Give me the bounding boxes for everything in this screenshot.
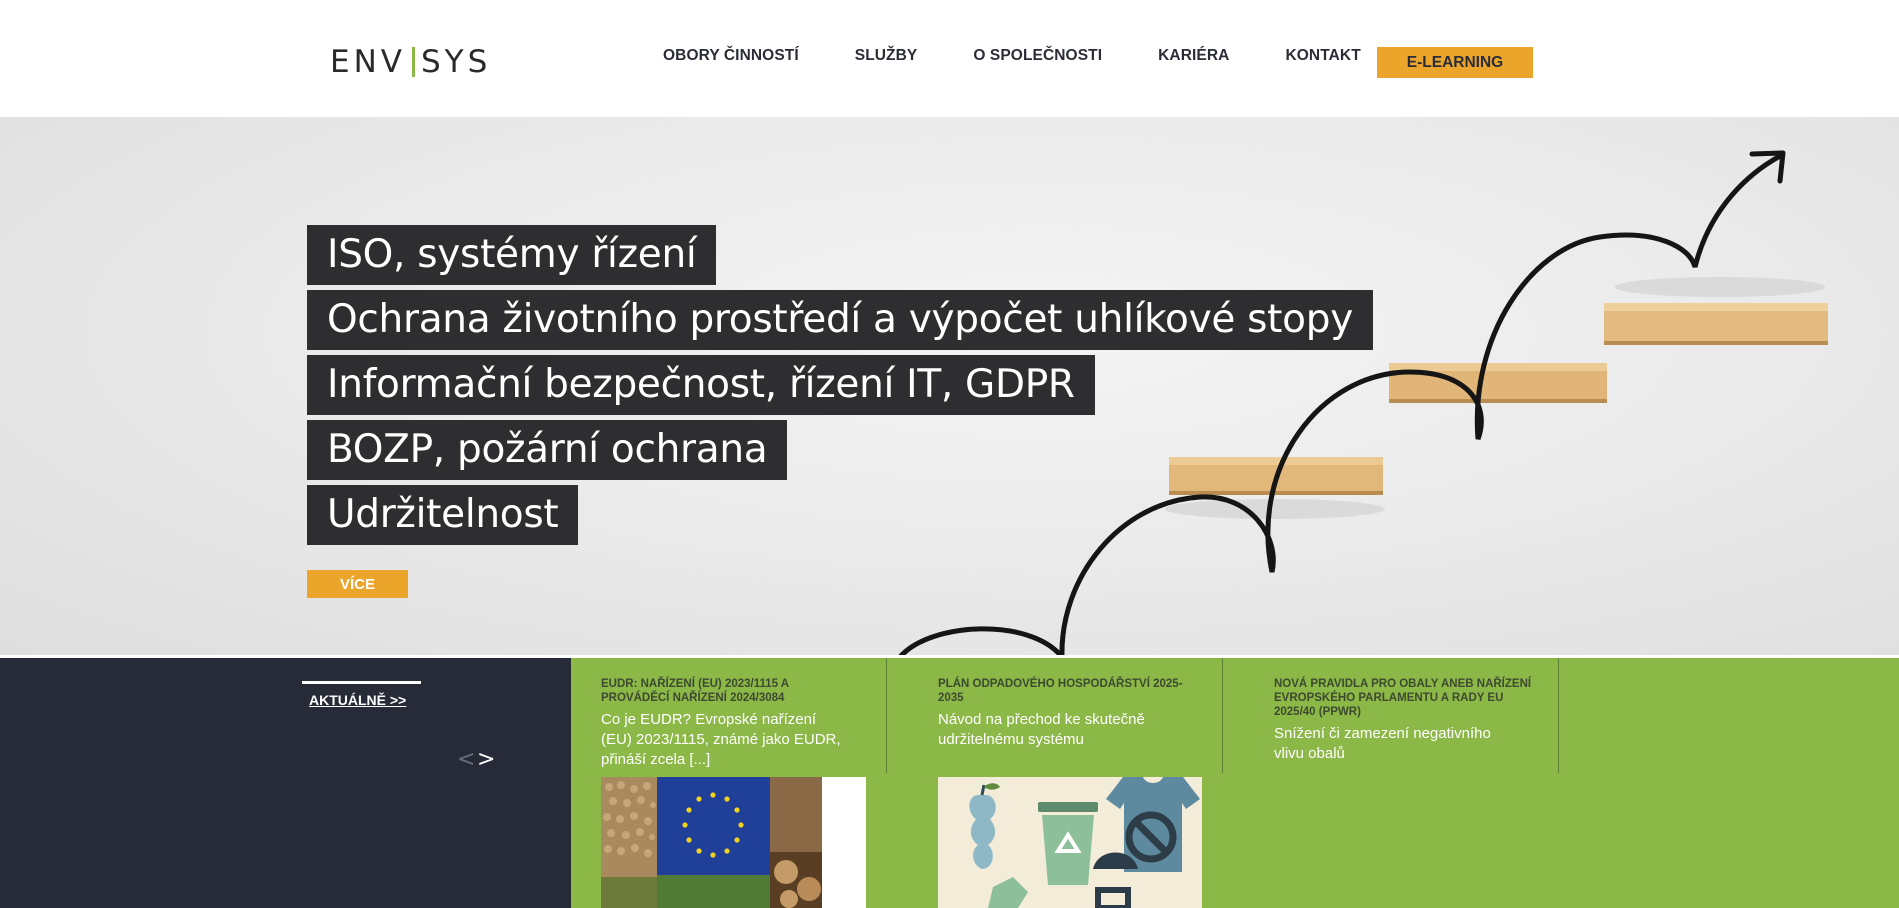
news-card-waste-plan[interactable]: PLÁN ODPADOVÉHO HOSPODÁŘSTVÍ 2025- 2035 … xyxy=(887,658,1223,773)
main-nav: OBORY ČINNOSTÍ SLUŽBY O SPOLEČNOSTI KARI… xyxy=(663,47,1417,65)
news-thumbnail-waste[interactable] xyxy=(938,777,1202,908)
news-card-packaging[interactable]: NOVÁ PRAVIDLA PRO OBALY ANEB NAŘÍZENÍ EV… xyxy=(1223,658,1559,773)
logo-text-right: SYS xyxy=(420,44,492,80)
next-arrow-icon[interactable]: > xyxy=(477,747,495,773)
nav-obory-cinnosti[interactable]: OBORY ČINNOSTÍ xyxy=(663,47,799,65)
site-header: ENV SYS OBORY ČINNOSTÍ SLUŽBY O SPOLEČNO… xyxy=(0,0,1899,117)
news-card-excerpt: Snížení či zamezení negativního vlivu ob… xyxy=(1274,725,1491,762)
news-card-title[interactable]: EUDR: NAŘÍZENÍ (EU) 2023/1115 A PROVÁDĚC… xyxy=(601,677,789,705)
wooden-step-2 xyxy=(1389,363,1607,403)
news-card-title[interactable]: NOVÁ PRAVIDLA PRO OBALY ANEB NAŘÍZENÍ EV… xyxy=(1274,677,1531,719)
nav-sluzby[interactable]: SLUŽBY xyxy=(855,47,918,65)
news-card-excerpt: Návod na přechod ke skutečně udržitelném… xyxy=(938,711,1145,748)
tab-aktualne[interactable]: AKTUÁLNĚ >> xyxy=(309,692,406,708)
hero-line-sustainability[interactable]: Udržitelnost xyxy=(307,485,579,545)
nav-kariera[interactable]: KARIÉRA xyxy=(1158,47,1229,65)
logo-divider xyxy=(411,47,415,77)
nav-o-spolecnosti[interactable]: O SPOLEČNOSTI xyxy=(973,47,1102,65)
news-card-title[interactable]: PLÁN ODPADOVÉHO HOSPODÁŘSTVÍ 2025- 2035 xyxy=(938,677,1183,705)
hero-line-infosec[interactable]: Informační bezpečnost, řízení IT, GDPR xyxy=(307,355,1095,415)
tab-underline xyxy=(302,681,421,684)
e-learning-button[interactable]: E-LEARNING xyxy=(1377,47,1533,78)
prev-arrow-icon[interactable]: < xyxy=(457,747,475,773)
wooden-step-3 xyxy=(1604,303,1828,345)
hero-banner: ISO, systémy řízení Ochrana životního pr… xyxy=(0,117,1899,657)
hero-line-bozp[interactable]: BOZP, požární ochrana xyxy=(307,420,788,480)
nav-kontakt[interactable]: KONTAKT xyxy=(1285,47,1360,65)
news-card-excerpt: Co je EUDR? Evropské nařízení (EU) 2023/… xyxy=(601,711,841,768)
more-button[interactable]: VÍCE xyxy=(307,570,408,598)
hero-line-iso[interactable]: ISO, systémy řízení xyxy=(307,225,717,285)
logo-text-left: ENV xyxy=(330,44,406,80)
envsys-logo[interactable]: ENV SYS xyxy=(330,44,492,80)
news-tab-panel xyxy=(0,658,571,908)
hero-line-environment[interactable]: Ochrana životního prostředí a výpočet uh… xyxy=(307,290,1373,350)
news-thumbnail-eudr[interactable] xyxy=(601,777,866,908)
news-card-eudr[interactable]: EUDR: NAŘÍZENÍ (EU) 2023/1115 A PROVÁDĚC… xyxy=(571,658,887,773)
